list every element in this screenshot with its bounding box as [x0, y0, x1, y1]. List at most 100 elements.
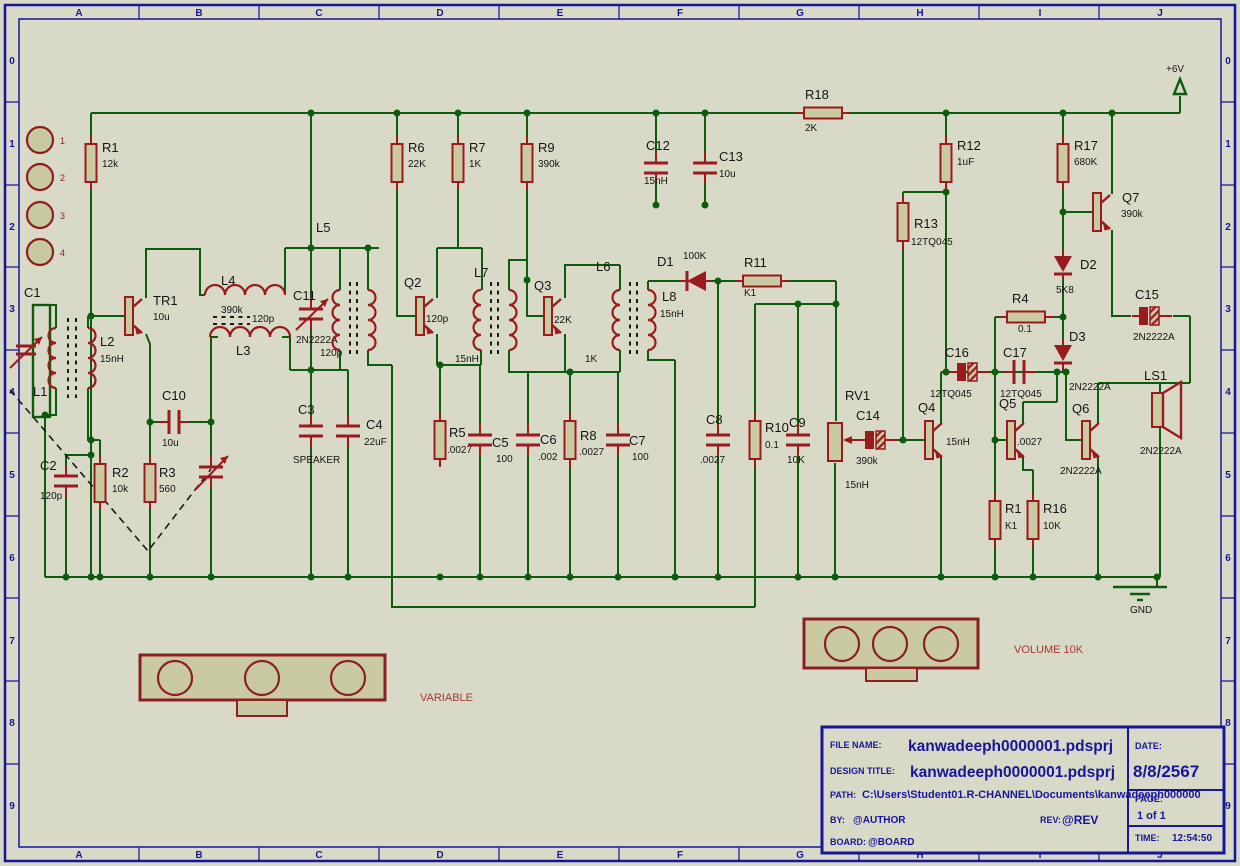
svg-text:6: 6: [1225, 553, 1231, 564]
svg-text:1: 1: [60, 136, 65, 146]
component-D1[interactable]: D1 100K: [657, 251, 712, 291]
svg-text:.002: .002: [538, 452, 558, 463]
svg-text:0: 0: [9, 56, 15, 67]
svg-text:L7: L7: [474, 265, 488, 280]
svg-text:Q5: Q5: [999, 396, 1016, 411]
component-R7[interactable]: R7 1K: [453, 136, 486, 190]
component-C13[interactable]: C13 10u: [693, 149, 743, 184]
svg-text:6: 6: [9, 553, 15, 564]
svg-text:L4: L4: [221, 273, 235, 288]
component-R3[interactable]: R3 560: [145, 456, 177, 510]
component-R5[interactable]: R5 .0027: [435, 413, 473, 467]
svg-text:R9: R9: [538, 140, 555, 155]
svg-text:15nH: 15nH: [845, 480, 869, 491]
component-C5[interactable]: C5 100: [468, 424, 513, 465]
component-R6[interactable]: R6 22K: [392, 136, 427, 190]
svg-text:.0027: .0027: [1017, 437, 1042, 448]
component-R4[interactable]: R4 0.1: [999, 291, 1053, 335]
component-R12[interactable]: R12 1uF: [941, 136, 981, 190]
svg-text:2N2222A: 2N2222A: [1060, 466, 1102, 477]
component-C4[interactable]: C4 22uF: [336, 415, 387, 448]
component-R1[interactable]: R1 12k: [86, 136, 120, 190]
component-R13[interactable]: R13 12TQ045: [898, 195, 954, 249]
component-R9[interactable]: R9 390k: [522, 136, 561, 190]
svg-text:SPEAKER: SPEAKER: [293, 455, 340, 466]
svg-text:R8: R8: [580, 428, 597, 443]
variable-connector[interactable]: VARIABLE: [140, 655, 473, 716]
component-C16[interactable]: C16 12TQ045: [930, 345, 990, 400]
svg-text:R4: R4: [1012, 291, 1029, 306]
component-C15[interactable]: C15 2N2222A: [1132, 287, 1175, 343]
svg-text:7: 7: [9, 636, 15, 647]
component-T1-L1-L2[interactable]: L1 L2 15nH: [33, 318, 124, 399]
svg-text:1: 1: [9, 139, 15, 150]
svg-text:390k: 390k: [1121, 209, 1144, 220]
component-C8[interactable]: C8 .0027: [700, 412, 730, 466]
component-D2[interactable]: D2 5K8: [1054, 250, 1097, 296]
file-name-value: kanwadeeph0000001.pdsprj: [908, 738, 1113, 755]
svg-text:G: G: [796, 850, 804, 861]
svg-text:C6: C6: [540, 432, 557, 447]
component-R10[interactable]: R10 0.1: [750, 413, 789, 467]
component-Q4[interactable]: Q4 15nH: [918, 400, 970, 459]
svg-text:15nH: 15nH: [644, 176, 668, 187]
volume-connector[interactable]: VOLUME 10K: [804, 619, 1084, 681]
volume-label: VOLUME 10K: [1014, 644, 1084, 656]
component-R16[interactable]: R16 10K: [1028, 493, 1067, 547]
component-R15[interactable]: R1 K1: [990, 493, 1022, 547]
svg-text:390k: 390k: [221, 305, 244, 316]
trimmer-cap-icon[interactable]: [196, 456, 228, 489]
svg-text:C15: C15: [1135, 287, 1159, 302]
component-C3[interactable]: C3 SPEAKER: [293, 402, 340, 466]
svg-text:7: 7: [1225, 636, 1231, 647]
component-R8[interactable]: R8 .0027: [565, 413, 605, 467]
component-Q3[interactable]: Q3 22K: [534, 278, 572, 335]
time-label: TIME:: [1135, 833, 1160, 843]
svg-text:D2: D2: [1080, 257, 1097, 272]
component-TR1[interactable]: TR1 10u: [125, 293, 178, 335]
svg-text:1K: 1K: [585, 354, 598, 365]
svg-text:LS1: LS1: [1144, 368, 1167, 383]
component-R17[interactable]: R17 680K: [1058, 136, 1098, 190]
gnd-symbol[interactable]: GND: [1113, 587, 1167, 616]
component-C12[interactable]: C12 15nH: [644, 138, 670, 187]
svg-text:D: D: [436, 850, 443, 861]
time-value: 12:54:50: [1172, 833, 1212, 844]
component-C14[interactable]: C14 390k: [843, 408, 898, 467]
svg-text:C3: C3: [298, 402, 315, 417]
svg-text:2: 2: [9, 222, 15, 233]
component-C9[interactable]: C9 10K: [786, 415, 810, 466]
svg-text:L1: L1: [33, 384, 47, 399]
svg-text:10u: 10u: [153, 312, 170, 323]
svg-text:J: J: [1157, 8, 1163, 19]
component-Q2[interactable]: Q2 120p: [404, 275, 449, 335]
svg-text:120p: 120p: [252, 314, 275, 325]
svg-text:Q4: Q4: [918, 400, 935, 415]
component-R2[interactable]: R2 10k: [95, 456, 130, 510]
title-block: FILE NAME: kanwadeeph0000001.pdsprj DESI…: [822, 727, 1224, 853]
svg-text:C13: C13: [719, 149, 743, 164]
component-R11[interactable]: R11 K1: [735, 255, 789, 299]
component-C7[interactable]: C7 100: [606, 424, 649, 463]
pad-group[interactable]: 1 2 3 4: [27, 127, 65, 265]
component-T4-L6-L8[interactable]: L6 1K L8 15nH: [585, 259, 684, 365]
component-Q7[interactable]: Q7 390k: [1093, 190, 1144, 231]
component-L3[interactable]: L3: [210, 317, 290, 358]
component-LS1[interactable]: LS1 2N2222A: [1140, 368, 1182, 457]
component-C10[interactable]: C10 10u: [158, 388, 190, 449]
svg-text:15nH: 15nH: [946, 437, 970, 448]
component-C6[interactable]: C6 .002: [516, 424, 558, 463]
component-Q5[interactable]: Q5 .0027: [999, 396, 1042, 459]
component-T3-L7[interactable]: L7 15nH: [455, 265, 517, 365]
vcc-symbol[interactable]: +6V: [1166, 64, 1186, 94]
schematic-canvas[interactable]: A B C D E F G H I J A B C D E F G H I J …: [0, 0, 1240, 866]
svg-text:100K: 100K: [683, 251, 707, 262]
component-R18[interactable]: R18 2K: [796, 87, 850, 134]
svg-text:8: 8: [1225, 718, 1231, 729]
svg-text:0: 0: [1225, 56, 1231, 67]
svg-text:C7: C7: [629, 433, 646, 448]
svg-text:K1: K1: [744, 288, 757, 299]
svg-text:R1: R1: [102, 140, 119, 155]
svg-text:C17: C17: [1003, 345, 1027, 360]
svg-text:12TQ045: 12TQ045: [911, 237, 953, 248]
